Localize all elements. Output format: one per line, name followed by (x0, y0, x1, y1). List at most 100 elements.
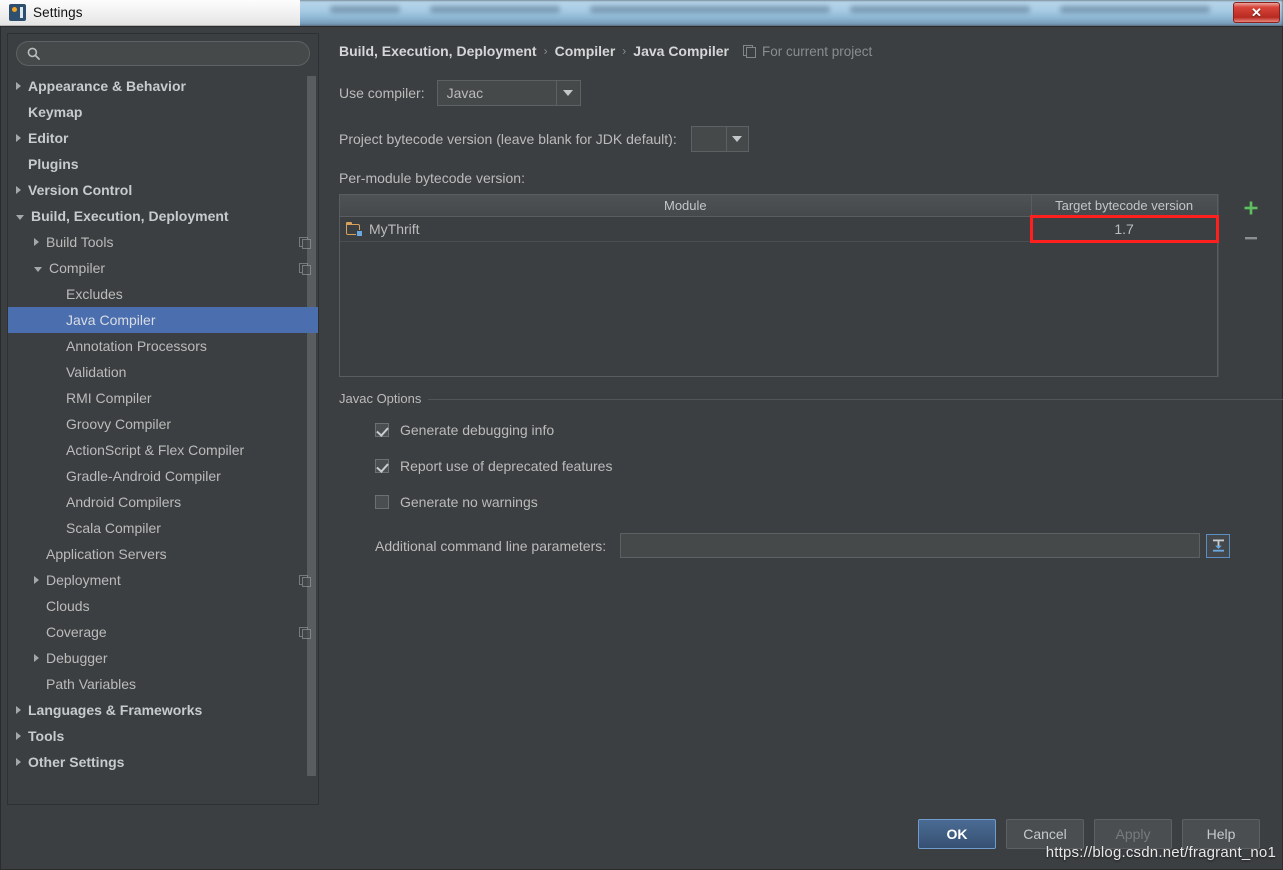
use-compiler-row: Use compiler: Javac (339, 80, 1270, 106)
sidebar-item-label: Keymap (28, 104, 82, 120)
insert-macro-button[interactable] (1206, 534, 1230, 558)
chevron-down-icon[interactable] (34, 267, 42, 272)
sidebar-item-validation[interactable]: Validation (8, 359, 318, 385)
sidebar-item-rmi-compiler[interactable]: RMI Compiler (8, 385, 318, 411)
intellij-idea-logo-icon (9, 4, 26, 21)
sidebar-item-label: Editor (28, 130, 68, 146)
sidebar-item-label: Scala Compiler (66, 520, 161, 536)
chevron-right-icon[interactable] (34, 238, 39, 246)
checkbox-row-report-use-of-deprecated-features[interactable]: Report use of deprecated features (375, 454, 1283, 477)
sidebar-item-editor[interactable]: Editor (8, 125, 318, 151)
search-input[interactable] (47, 47, 299, 61)
sidebar-item-java-compiler[interactable]: Java Compiler (8, 307, 318, 333)
additional-parameters-label: Additional command line parameters: (375, 538, 606, 554)
sidebar-item-label: Annotation Processors (66, 338, 207, 354)
checkbox-unchecked-icon[interactable] (375, 495, 389, 509)
sidebar-item-build-tools[interactable]: Build Tools (8, 229, 318, 255)
table-body: MyThrift 1.7 (340, 217, 1217, 376)
search-icon (27, 47, 40, 60)
sidebar-item-excludes[interactable]: Excludes (8, 281, 318, 307)
sidebar-item-actionscript-flex-compiler[interactable]: ActionScript & Flex Compiler (8, 437, 318, 463)
chevron-right-icon[interactable] (34, 576, 39, 584)
target-bytecode-value: 1.7 (1114, 221, 1133, 237)
per-module-table: Module Target bytecode version MyThrift 1… (339, 194, 1218, 377)
chevron-right-icon[interactable] (16, 758, 21, 766)
remove-module-button[interactable] (1240, 227, 1262, 249)
breadcrumb-crumb-0[interactable]: Build, Execution, Deployment (339, 43, 537, 59)
sidebar-item-label: Build Tools (46, 234, 113, 250)
ok-button[interactable]: OK (918, 819, 996, 849)
sidebar-item-keymap[interactable]: Keymap (8, 99, 318, 125)
table-row[interactable]: MyThrift 1.7 (340, 217, 1217, 242)
sidebar-item-label: Validation (66, 364, 126, 380)
sidebar-item-debugger[interactable]: Debugger (8, 645, 318, 671)
checkbox-checked-icon[interactable] (375, 423, 389, 437)
breadcrumb-crumb-1[interactable]: Compiler (555, 43, 616, 59)
chevron-right-icon[interactable] (16, 134, 21, 142)
plus-icon (1243, 200, 1259, 216)
project-bytecode-row: Project bytecode version (leave blank fo… (339, 126, 1270, 152)
sidebar-item-tools[interactable]: Tools (8, 723, 318, 749)
dialog-button-bar: OK Cancel Apply Help (1, 809, 1282, 869)
table-cell-target-bytecode[interactable]: 1.7 (1032, 217, 1217, 241)
help-button[interactable]: Help (1182, 819, 1260, 849)
sidebar-item-deployment[interactable]: Deployment (8, 567, 318, 593)
sidebar-item-scala-compiler[interactable]: Scala Compiler (8, 515, 318, 541)
column-header-target-bytecode[interactable]: Target bytecode version (1032, 195, 1217, 216)
title-bar: Settings (0, 0, 300, 26)
chevron-right-icon[interactable] (16, 732, 21, 740)
chevron-down-icon[interactable] (16, 215, 24, 220)
breadcrumb-separator: › (622, 44, 626, 58)
chevron-right-icon[interactable] (16, 706, 21, 714)
sidebar-item-compiler[interactable]: Compiler (8, 255, 318, 281)
sidebar-item-application-servers[interactable]: Application Servers (8, 541, 318, 567)
close-icon[interactable]: ✕ (1233, 2, 1280, 23)
use-compiler-value: Javac (438, 85, 556, 101)
cancel-button[interactable]: Cancel (1006, 819, 1084, 849)
sidebar-item-appearance-behavior[interactable]: Appearance & Behavior (8, 73, 318, 99)
sidebar-item-label: Java Compiler (66, 312, 155, 328)
search-box[interactable] (16, 41, 310, 66)
table-header-row: Module Target bytecode version (340, 195, 1217, 217)
insert-macro-icon (1211, 538, 1226, 553)
project-scope-label: For current project (762, 44, 872, 59)
sidebar-item-other-settings[interactable]: Other Settings (8, 749, 318, 775)
use-compiler-dropdown[interactable]: Javac (437, 80, 581, 106)
sidebar-item-version-control[interactable]: Version Control (8, 177, 318, 203)
sidebar-item-label: Appearance & Behavior (28, 78, 186, 94)
javac-options-title: Javac Options (339, 391, 428, 406)
sidebar-item-languages-frameworks[interactable]: Languages & Frameworks (8, 697, 318, 723)
sidebar-item-label: RMI Compiler (66, 390, 152, 406)
settings-dialog: Appearance & Behavior Keymap Editor Plugins… (0, 26, 1283, 870)
checkbox-label: Report use of deprecated features (400, 458, 612, 474)
column-header-module[interactable]: Module (340, 195, 1032, 216)
project-scope-badge-icon (299, 263, 310, 274)
checkbox-row-generate-debugging-info[interactable]: Generate debugging info (375, 418, 1283, 441)
chevron-right-icon[interactable] (34, 654, 39, 662)
sidebar-item-clouds[interactable]: Clouds (8, 593, 318, 619)
breadcrumb-crumb-2: Java Compiler (633, 43, 729, 59)
sidebar-item-build-execution-deployment[interactable]: Build, Execution, Deployment (8, 203, 318, 229)
sidebar-item-label: Languages & Frameworks (28, 702, 202, 718)
sidebar-item-label: Version Control (28, 182, 132, 198)
sidebar-item-plugins[interactable]: Plugins (8, 151, 318, 177)
table-cell-module[interactable]: MyThrift (340, 217, 1032, 241)
additional-parameters-input[interactable] (620, 533, 1200, 558)
sidebar-item-groovy-compiler[interactable]: Groovy Compiler (8, 411, 318, 437)
sidebar-item-gradle-android-compiler[interactable]: Gradle-Android Compiler (8, 463, 318, 489)
sidebar-item-android-compilers[interactable]: Android Compilers (8, 489, 318, 515)
checkbox-checked-icon[interactable] (375, 459, 389, 473)
breadcrumb-separator: › (544, 44, 548, 58)
sidebar-item-path-variables[interactable]: Path Variables (8, 671, 318, 697)
chevron-right-icon[interactable] (16, 82, 21, 90)
checkbox-row-generate-no-warnings[interactable]: Generate no warnings (375, 490, 1283, 513)
sidebar-item-annotation-processors[interactable]: Annotation Processors (8, 333, 318, 359)
sidebar-item-coverage[interactable]: Coverage (8, 619, 318, 645)
settings-tree[interactable]: Appearance & Behavior Keymap Editor Plugins… (8, 72, 318, 804)
sidebar-item-label: Application Servers (46, 546, 167, 562)
sidebar-item-label: ActionScript & Flex Compiler (66, 442, 244, 458)
table-scrollbar[interactable] (1218, 194, 1232, 377)
add-module-button[interactable] (1240, 197, 1262, 219)
chevron-right-icon[interactable] (16, 186, 21, 194)
project-bytecode-dropdown[interactable] (691, 126, 749, 152)
